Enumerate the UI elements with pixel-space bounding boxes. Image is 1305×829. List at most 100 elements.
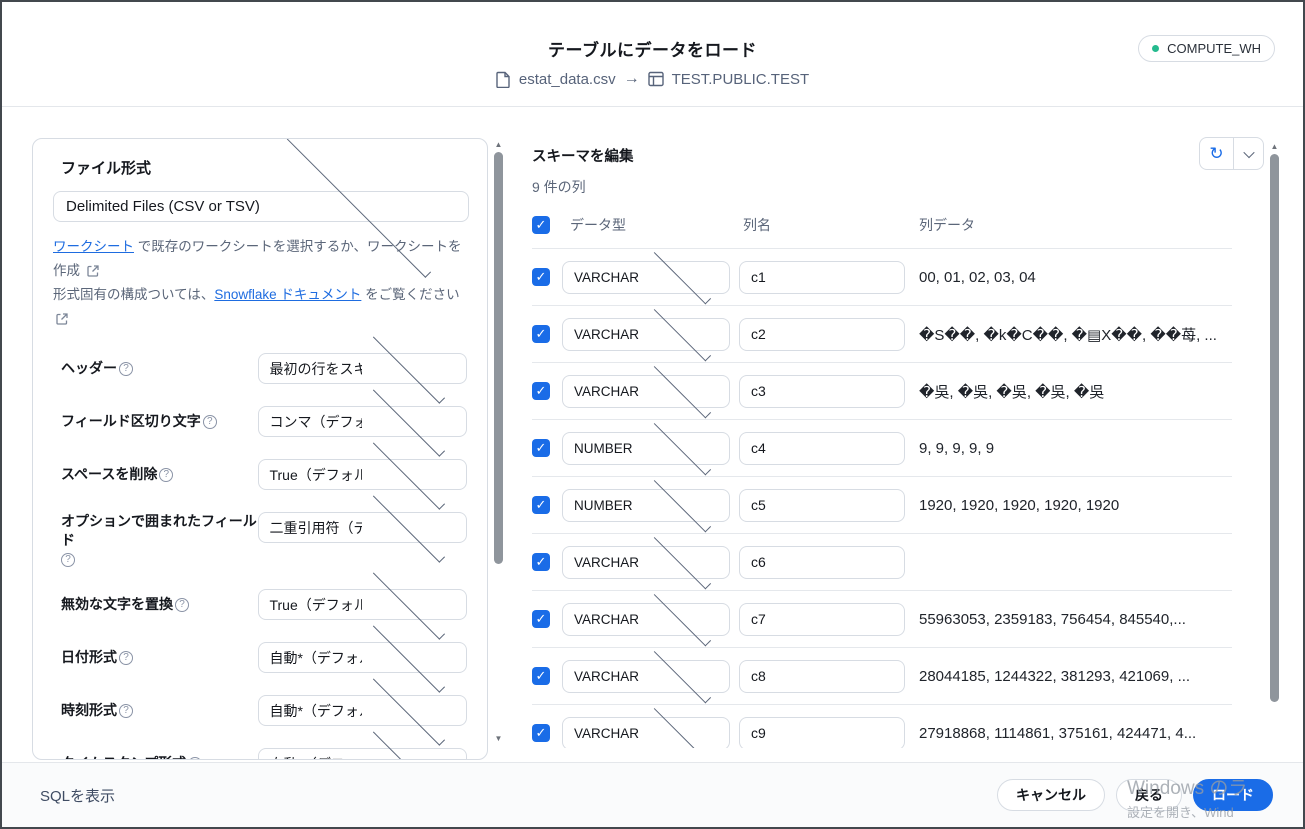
type-select[interactable]: VARCHAR [562, 703, 730, 748]
format-panel-scrollbar[interactable]: ▲ ▼ [492, 140, 505, 744]
field-label: 日付形式 [61, 649, 117, 665]
dialog-header: テーブルにデータをロード estat_data.csv → TEST.PUBLI… [2, 2, 1303, 107]
time-format-select[interactable]: 自動*（デフォルト） [258, 673, 467, 746]
file-icon [496, 71, 510, 88]
snowflake-doc-link[interactable]: Snowflake ドキュメント [214, 287, 361, 302]
schema-panel-scrollbar[interactable]: ▲ [1268, 142, 1281, 762]
type-select[interactable]: VARCHAR [562, 361, 730, 419]
help-icon[interactable]: ? [159, 468, 174, 482]
column-name-input[interactable] [739, 659, 905, 693]
help-icon[interactable]: ? [61, 553, 75, 567]
help-icon[interactable]: ? [202, 415, 217, 429]
column-name-input[interactable] [739, 488, 905, 522]
chevron-down-icon [653, 249, 711, 305]
enclosed-select[interactable]: 二重引用符（デフォル... [258, 490, 467, 563]
replace-invalid-select[interactable]: True（デフォルト） [258, 567, 467, 640]
scroll-up-icon[interactable]: ▲ [495, 140, 503, 150]
column-name-input[interactable] [739, 317, 905, 351]
scrollbar-thumb[interactable] [494, 152, 503, 564]
table-row: ✓ VARCHAR �吳, �吳, �吳, �吳, �吳 [532, 361, 1232, 420]
field-label: オプションで囲まれたフィールド [61, 513, 257, 548]
type-select[interactable]: VARCHAR [562, 249, 730, 305]
column-header-name: 列名 [743, 217, 771, 233]
refresh-button[interactable]: ↻ [1200, 138, 1233, 169]
row-checkbox[interactable]: ✓ [532, 667, 550, 685]
help-icon[interactable]: ? [119, 362, 133, 376]
select-all-checkbox[interactable]: ✓ [532, 216, 550, 234]
load-button[interactable]: ロード [1193, 779, 1273, 811]
file-format-select[interactable]: Delimited Files (CSV or TSV) [53, 139, 469, 278]
scroll-down-icon[interactable]: ▼ [495, 734, 503, 744]
column-name-input[interactable] [739, 260, 905, 294]
type-select[interactable]: NUMBER [562, 418, 730, 476]
chevron-down-icon [1242, 146, 1255, 158]
row-checkbox[interactable]: ✓ [532, 724, 550, 742]
warehouse-badge[interactable]: COMPUTE_WH [1138, 35, 1275, 62]
type-select[interactable]: VARCHAR [562, 646, 730, 704]
column-name-input[interactable] [739, 602, 905, 636]
schema-refresh-split-button: ↻ [1199, 137, 1264, 170]
column-name-input[interactable] [739, 374, 905, 408]
field-label: スペースを削除 [61, 466, 158, 482]
column-name-input[interactable] [739, 431, 905, 465]
field-label: 無効な文字を置換 [61, 596, 173, 612]
type-select[interactable]: NUMBER [562, 475, 730, 533]
help-icon[interactable]: ? [188, 757, 203, 759]
show-sql-button[interactable]: SQLを表示 [40, 785, 115, 806]
table-row: ✓ VARCHAR �S��, �k�C��, �▤X��, ��苺, ... [532, 304, 1232, 363]
column-count: 9 件の列 [532, 179, 586, 195]
type-select[interactable]: VARCHAR [562, 589, 730, 647]
field-label: ヘッダー [61, 360, 117, 376]
type-select[interactable]: VARCHAR [562, 532, 730, 590]
column-name-input[interactable] [739, 716, 905, 748]
chevron-down-icon [653, 703, 711, 748]
field-row-timestamp-format: タイムスタンプ形式? 自動*（デフォルト） [61, 726, 467, 759]
type-select[interactable]: VARCHAR [562, 304, 730, 362]
chevron-down-icon [653, 475, 711, 533]
chevron-down-icon [653, 532, 711, 590]
delimiter-select[interactable]: コンマ（デフォルト） [258, 384, 467, 457]
field-row-header: ヘッダー? 最初の行をスキップ [61, 331, 467, 404]
row-checkbox[interactable]: ✓ [532, 496, 550, 514]
help-icon[interactable]: ? [119, 704, 133, 718]
table-row: ✓ NUMBER 9, 9, 9, 9, 9 [532, 418, 1232, 477]
timestamp-format-select[interactable]: 自動*（デフォルト） [258, 726, 467, 759]
row-checkbox[interactable]: ✓ [532, 610, 550, 628]
header-option-select[interactable]: 最初の行をスキップ [258, 331, 467, 404]
column-name-input[interactable] [739, 545, 905, 579]
chevron-down-icon [653, 304, 711, 362]
row-checkbox[interactable]: ✓ [532, 382, 550, 400]
column-data-preview: 27918868, 1114861, 375161, 424471, 4... [919, 724, 1197, 742]
field-row-delimiter: フィールド区切り文字? コンマ（デフォルト） [61, 384, 467, 457]
field-row-time-format: 時刻形式? 自動*（デフォルト） [61, 673, 467, 746]
row-checkbox[interactable]: ✓ [532, 325, 550, 343]
cancel-button[interactable]: キャンセル [997, 779, 1105, 811]
field-label: 時刻形式 [61, 702, 117, 718]
table-row: ✓ VARCHAR 27918868, 1114861, 375161, 424… [532, 703, 1232, 748]
page-title: テーブルにデータをロード [548, 41, 757, 60]
row-checkbox[interactable]: ✓ [532, 553, 550, 571]
worksheet-link[interactable]: ワークシート [53, 239, 134, 254]
scroll-up-icon[interactable]: ▲ [1271, 142, 1279, 152]
scrollbar-thumb[interactable] [1270, 154, 1279, 702]
target-table-name: TEST.PUBLIC.TEST [671, 70, 810, 88]
file-format-value: Delimited Files (CSV or TSV) [66, 198, 260, 215]
schema-rows: ✓ VARCHAR 00, 01, 02, 03, 04 ✓ VARCHAR �… [532, 248, 1232, 748]
column-header-data: 列データ [919, 217, 975, 233]
table-icon [647, 71, 664, 87]
chevron-down-icon [653, 418, 711, 476]
dialog-footer: SQLを表示 キャンセル 戻る ロード [2, 762, 1303, 827]
help-icon[interactable]: ? [119, 651, 133, 665]
row-checkbox[interactable]: ✓ [532, 268, 550, 286]
date-format-select[interactable]: 自動*（デフォルト） [258, 620, 467, 693]
trim-space-select[interactable]: True（デフォルト） [258, 437, 467, 510]
help-icon[interactable]: ? [175, 598, 189, 612]
worksheet-hint: ワークシート で既存のワークシートを選択するか、ワークシートを作成 形式固有の構… [53, 235, 473, 331]
row-checkbox[interactable]: ✓ [532, 439, 550, 457]
back-button[interactable]: 戻る [1116, 779, 1182, 811]
chevron-down-icon [653, 589, 711, 647]
refresh-menu-button[interactable] [1233, 138, 1263, 169]
table-row: ✓ VARCHAR 28044185, 1244322, 381293, 421… [532, 646, 1232, 705]
file-format-label: ファイル形式 [61, 160, 152, 177]
field-row-date-format: 日付形式? 自動*（デフォルト） [61, 620, 467, 693]
